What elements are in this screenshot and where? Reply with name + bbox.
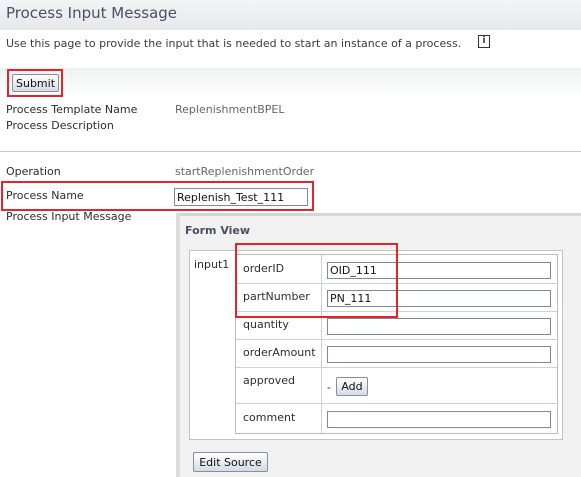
order-amount-label: orderAmount: [243, 346, 316, 359]
grid-row-divider: [236, 403, 557, 404]
info-icon[interactable]: i: [478, 35, 490, 48]
comment-input[interactable]: [327, 411, 551, 428]
divider: [0, 151, 581, 152]
page-title: Process Input Message: [6, 4, 178, 22]
operation-label: Operation: [6, 165, 61, 178]
quantity-label: quantity: [243, 318, 289, 331]
form-view-panel-edge: [176, 213, 180, 477]
grid-row-divider: [236, 367, 557, 368]
quantity-input[interactable]: [327, 318, 551, 335]
comment-label: comment: [243, 411, 296, 424]
page-description: Use this page to provide the input that …: [6, 37, 462, 50]
approved-prefix: -: [327, 381, 331, 394]
process-name-input[interactable]: [174, 188, 308, 206]
form-view-heading: Form View: [185, 224, 251, 237]
submit-button[interactable]: Submit: [12, 74, 59, 92]
approved-label: approved: [243, 374, 295, 387]
root-element-label: input1: [194, 258, 230, 271]
template-name-value: ReplenishmentBPEL: [175, 103, 285, 116]
key-fields-highlight: [235, 243, 398, 318]
toolbar-band: [0, 68, 581, 98]
template-name-label: Process Template Name: [6, 103, 138, 116]
operation-value: startReplenishmentOrder: [175, 165, 315, 178]
approved-add-button[interactable]: Add: [336, 377, 368, 396]
process-name-label: Process Name: [6, 189, 84, 202]
order-amount-input[interactable]: [327, 346, 551, 363]
process-description-label: Process Description: [6, 119, 114, 132]
grid-row-divider: [236, 339, 557, 340]
edit-source-button[interactable]: Edit Source: [193, 452, 268, 472]
process-input-message-label: Process Input Message: [6, 210, 132, 223]
